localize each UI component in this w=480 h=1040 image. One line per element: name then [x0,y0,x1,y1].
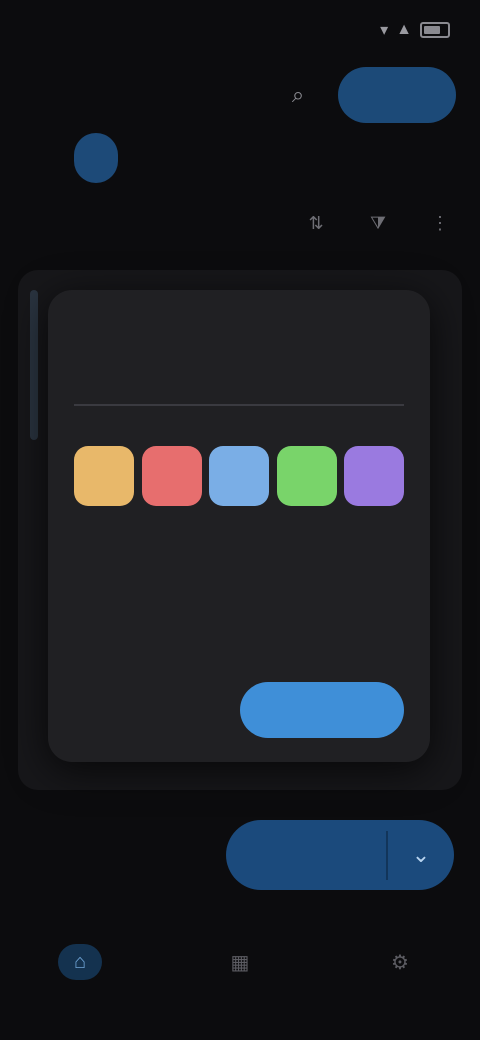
bottom-navigation: ⌂ ▦ ⚙ [0,910,480,1020]
dialog-actions [74,682,404,738]
tab-3[interactable] [182,133,226,183]
tab-2[interactable] [128,133,172,183]
status-bar: ▾ ▲ [0,0,480,60]
floating-action-button: ⌄ [226,820,454,890]
tab-1[interactable] [74,133,118,183]
app-header: ⌕ [0,60,480,130]
nav-item-grid[interactable]: ▦ [200,944,280,986]
cancel-button[interactable] [74,682,214,738]
color-swatch-purple[interactable] [344,446,404,506]
color-swatch-blue[interactable] [209,446,269,506]
filter-icon[interactable]: ⧩ [358,203,398,243]
sort-icon[interactable]: ⇅ [296,203,336,243]
color-swatches [74,446,404,506]
home-icon: ⌂ [58,944,102,980]
search-icon[interactable]: ⌕ [278,75,318,115]
color-swatch-yellow[interactable] [74,446,134,506]
tab-bar [20,125,226,191]
fab-main-button[interactable] [226,820,386,890]
color-swatch-red[interactable] [141,446,202,506]
create-dialog [48,290,430,762]
signal-icon: ▲ [396,21,412,38]
status-icons: ▾ ▲ [380,20,450,40]
battery-icon [420,22,450,38]
more-icon[interactable]: ⋮ [420,203,460,243]
wifi-icon: ▾ [380,22,389,39]
nav-item-home[interactable]: ⌂ [40,944,120,986]
confirm-button[interactable] [240,682,404,738]
tab-0[interactable] [20,133,64,183]
color-swatch-green[interactable] [276,446,337,506]
chevron-down-icon[interactable]: ⌄ [388,820,454,890]
nav-item-settings[interactable]: ⚙ [360,944,440,986]
card-accent-bar [30,290,38,440]
name-input[interactable] [74,356,404,406]
header-action-button[interactable] [338,67,456,123]
list-toolbar: ⇅ ⧩ ⋮ [20,200,460,246]
grid-icon: ▦ [230,951,250,974]
settings-icon: ⚙ [391,951,409,974]
